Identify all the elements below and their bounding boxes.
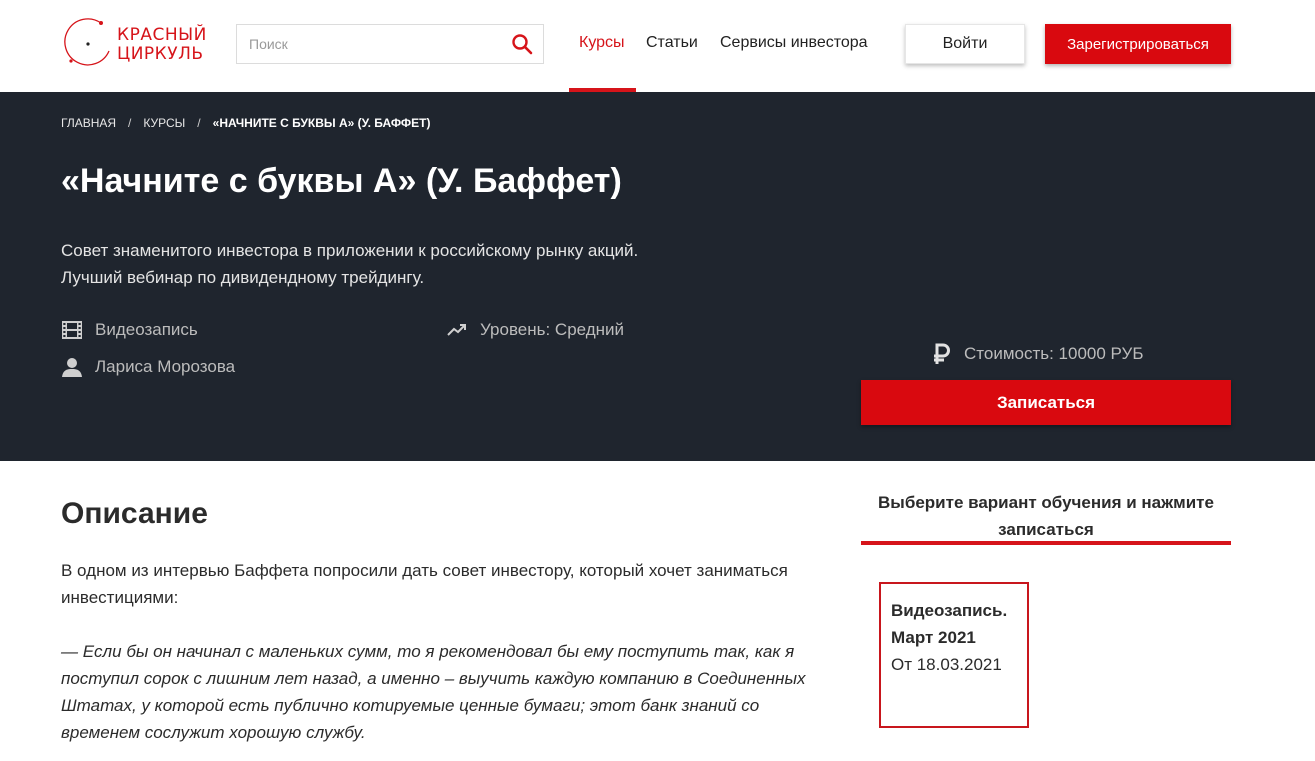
description-paragraph: В одном из интервью Баффета попросили да… [61, 561, 788, 607]
course-level: Уровень: Средний [446, 319, 624, 341]
course-author-name[interactable]: Лариса Морозова [95, 357, 235, 377]
description-heading: Описание [61, 497, 208, 530]
breadcrumb-separator: / [197, 116, 201, 130]
logo-line-1: КРАСНЫЙ [117, 25, 207, 45]
course-format: Видеозапись [61, 319, 198, 341]
trending-up-icon [446, 319, 468, 341]
nav-item-investor-services[interactable]: Сервисы инвестора [720, 34, 868, 52]
ruble-icon [931, 343, 951, 365]
register-button[interactable]: Зарегистрироваться [1045, 24, 1231, 64]
search-input[interactable] [237, 25, 497, 63]
film-icon [61, 319, 83, 341]
course-description: Совет знаменитого инвестора в приложении… [61, 241, 639, 287]
course-price-label: Стоимость: 10000 РУБ [964, 344, 1144, 363]
enrollment-options-divider [861, 541, 1231, 545]
nav-item-courses[interactable]: Курсы [579, 34, 625, 52]
person-icon [61, 356, 83, 378]
course-hero: ГЛАВНАЯ / КУРСЫ / «НАЧНИТЕ С БУКВЫ А» (У. БА… [0, 92, 1315, 461]
breadcrumb-courses[interactable]: КУРСЫ [143, 116, 185, 130]
enrollment-option-card[interactable]: Видеозапись. Март 2021 От 18.03.2021 [879, 582, 1029, 728]
option-month: Март 2021 [891, 628, 976, 647]
breadcrumb: ГЛАВНАЯ / КУРСЫ / «НАЧНИТЕ С БУКВЫ А» (У. БА… [61, 116, 430, 130]
course-level-label: Уровень: Средний [480, 320, 625, 339]
course-author: Лариса Морозова [61, 356, 235, 378]
compass-logo-icon [64, 18, 110, 66]
breadcrumb-current: «НАЧНИТЕ С БУКВЫ А» (У. БАФФЕТ) [212, 116, 431, 130]
site-header: КРАСНЫЙ ЦИРКУЛЬ Курсы Статьи Сервисы инв… [0, 0, 1315, 92]
course-price: Стоимость: 10000 РУБ [931, 343, 1143, 365]
search-button[interactable] [511, 33, 533, 55]
description-quote: — Если бы он начинал с маленьких сумм, т… [61, 642, 806, 742]
logo-text: КРАСНЫЙ ЦИРКУЛЬ [117, 26, 207, 64]
page-title: «Начните с буквы А» (У. Баффет) [61, 162, 622, 200]
option-date: От 18.03.2021 [891, 655, 1002, 674]
breadcrumb-home[interactable]: ГЛАВНАЯ [61, 116, 116, 130]
breadcrumb-separator: / [128, 116, 132, 130]
course-format-label: Видеозапись [95, 320, 198, 339]
enrollment-options-heading: Выберите вариант обучения и нажмите запи… [878, 493, 1214, 539]
site-logo[interactable]: КРАСНЫЙ ЦИРКУЛЬ [61, 17, 211, 71]
logo-line-2: ЦИРКУЛЬ [117, 44, 204, 64]
option-format: Видеозапись. [891, 601, 1008, 620]
enroll-button[interactable]: Записаться [861, 380, 1231, 425]
nav-item-articles[interactable]: Статьи [646, 34, 698, 52]
search-icon [512, 34, 533, 55]
search-box [236, 24, 544, 64]
login-button[interactable]: Войти [905, 24, 1025, 64]
